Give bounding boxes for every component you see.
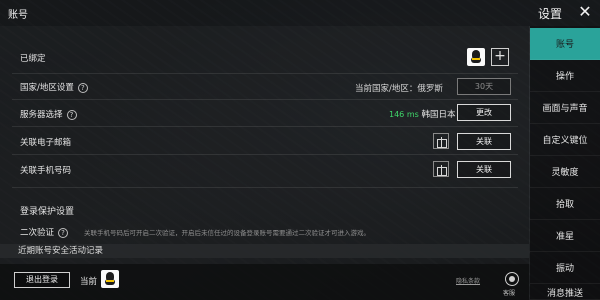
settings-title: 设置 <box>538 7 563 21</box>
privacy-link[interactable]: 隐私条款 <box>456 276 480 285</box>
ping-value: 146 ms <box>389 110 419 119</box>
sidebar-item-vibration[interactable]: 振动 <box>530 252 600 284</box>
phone-link-button[interactable]: 关联 <box>457 161 511 178</box>
two-factor-label-text: 二次验证 <box>20 228 55 238</box>
security-activity-link[interactable]: 近期账号安全活动记录 <box>0 244 529 258</box>
two-factor-label: 二次验证? <box>20 226 69 238</box>
add-binding-button[interactable]: + <box>491 48 509 66</box>
qq-penguin-icon[interactable] <box>467 48 485 66</box>
region-change-button[interactable]: 30天 <box>457 78 511 95</box>
two-factor-note: 关联手机号码后可开启二次验证，开启后未信任过的设备登录账号需要通过二次验证才可进… <box>84 229 370 237</box>
sidebar-item-account[interactable]: 账号 <box>530 28 600 60</box>
email-link-button[interactable]: 关联 <box>457 133 511 150</box>
sidebar-item-sensitivity[interactable]: 灵敏度 <box>530 156 600 188</box>
section-title: 登录保护设置 <box>20 207 75 217</box>
account-panel <box>0 26 529 300</box>
gift-icon[interactable] <box>433 133 449 149</box>
customer-service-label: 客服 <box>503 290 516 297</box>
logout-button[interactable]: 退出登录 <box>14 272 70 288</box>
server-status: 146 ms 韩国日本 <box>389 108 456 120</box>
server-label: 服务器选择? <box>20 108 77 120</box>
qq-penguin-icon <box>101 270 119 288</box>
help-icon[interactable]: ? <box>77 82 88 93</box>
divider <box>12 99 518 100</box>
help-icon[interactable]: ? <box>58 227 69 238</box>
divider <box>12 126 518 127</box>
divider <box>12 73 518 74</box>
close-icon[interactable]: ✕ <box>577 4 593 20</box>
sidebar-item-custom-keys[interactable]: 自定义键位 <box>530 124 600 156</box>
sidebar-item-controls[interactable]: 操作 <box>530 60 600 92</box>
divider <box>12 154 518 155</box>
current-region: 当前国家/地区：俄罗斯 <box>355 84 443 94</box>
region-label-text: 国家/地区设置 <box>20 83 74 93</box>
top-bar: 账号 设置 ✕ <box>0 0 600 26</box>
server-name: 韩国日本 <box>421 110 456 120</box>
sidebar-item-notifications[interactable]: 消息推送 <box>530 284 600 300</box>
phone-label: 关联手机号码 <box>20 166 72 176</box>
sidebar-item-crosshair[interactable]: 准星 <box>530 220 600 252</box>
sidebar-item-pickup[interactable]: 拾取 <box>530 188 600 220</box>
panel-title: 账号 <box>8 10 28 21</box>
email-label: 关联电子邮箱 <box>20 138 72 148</box>
gift-icon[interactable] <box>433 161 449 177</box>
help-icon[interactable]: ? <box>66 109 77 120</box>
divider <box>12 187 518 188</box>
bound-label: 已绑定 <box>20 54 46 64</box>
current-account-label: 当前 <box>80 277 98 287</box>
server-label-text: 服务器选择 <box>20 110 63 120</box>
sidebar-item-graphics-audio[interactable]: 画面与声音 <box>530 92 600 124</box>
server-change-button[interactable]: 更改 <box>457 104 511 121</box>
region-label: 国家/地区设置? <box>20 81 88 93</box>
customer-service-icon[interactable] <box>505 272 519 286</box>
